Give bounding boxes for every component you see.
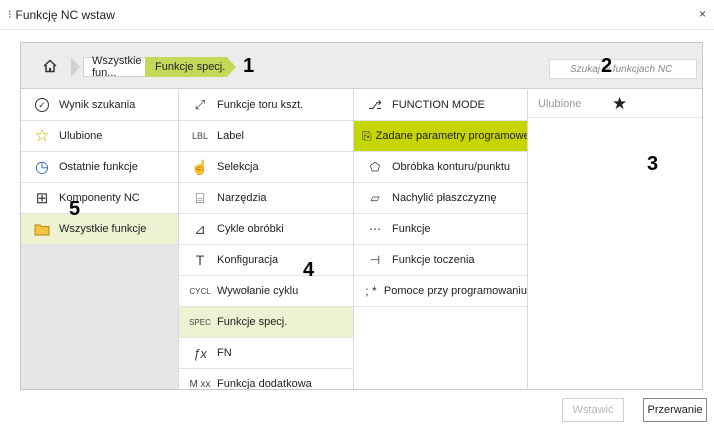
category-item-recent[interactable]: ◷ Ostatnie funkcje [21,152,178,183]
function-item-label: Obróbka konturu/punktu [392,161,511,173]
path-icon: ⤢ [194,97,206,112]
contour-icon: ⬠ [369,160,381,174]
group-item-label: Label [217,130,244,142]
function-column: ⎇ FUNCTION MODE ⎘ Zadane parametry program… [353,90,527,389]
fn-icon: ƒx [193,345,207,361]
group-item-cycle-call[interactable]: CYCL Wywołanie cyklu [179,276,353,307]
grip-icon[interactable]: ⁝ [8,8,12,21]
m-function-icon: M xx [189,378,211,390]
cycles-icon: ⊿ [194,220,206,237]
home-icon [43,59,57,73]
window-title: Funkcję NC wstaw [15,7,115,22]
function-item-label: Funkcje toczenia [392,254,475,266]
group-item-label: Funkcje toru kszt. [217,99,304,111]
folder-icon [29,223,55,236]
callout-1: 1 [243,55,255,77]
insert-button[interactable]: Wstawić [562,398,624,422]
label-icon: LBL [191,131,208,141]
category-item-label: Wynik szukania [59,99,136,111]
category-item-label: Ulubione [59,130,103,142]
cycle-call-icon: CYCL [189,286,211,296]
function-item-label: Zadane parametry programowe [375,130,527,142]
group-item-selection[interactable]: ☝ Selekcja [179,152,353,183]
search-input[interactable]: Szukaj w funkcjach NC [549,59,697,79]
group-item-label: Wywołanie cyklu [217,285,299,297]
group-item-label: Cykle obróbki [217,223,284,235]
category-item-label: Wszystkie funkcje [59,223,147,235]
tilt-plane-icon: ▱ [370,191,380,205]
group-item-path-functions[interactable]: ⤢ Funkcje toru kszt. [179,90,353,121]
group-item-label: Konfiguracja [217,254,279,266]
category-item-search-results[interactable]: ✓ Wynik szukania [21,90,178,121]
callout-3: 3 [647,153,659,175]
callout-5: 5 [69,198,81,220]
breadcrumb-separator [227,57,236,77]
function-item-turning[interactable]: ⊣ Funkcje toczenia [354,245,527,276]
group-item-label: Narzędzia [217,192,267,204]
callout-4: 4 [303,259,315,281]
category-item-nc-components[interactable]: ⊞ Komponenty NC [21,183,178,214]
cancel-button[interactable]: Przerwanie [643,398,707,422]
title-bar: ⁝ Funkcję NC wstaw × [0,0,714,30]
home-button[interactable] [33,54,67,78]
function-item-programming-aids[interactable]: ; * Pomoce przy programowaniu [354,276,527,307]
category-item-label: Ostatnie funkcje [59,161,138,173]
category-column: ✓ Wynik szukania ☆ Ulubione ◷ Ostatnie f… [21,90,178,389]
group-item-label: Funkcje specj. [217,316,288,328]
function-item-label: FUNCTION MODE [392,99,485,111]
function-mode-icon: ⎇ [368,98,382,112]
group-item-label: Funkcja dodatkowa [217,378,312,389]
favorites-header: Ulubione ★ [528,90,702,118]
group-item-misc-function[interactable]: M xx Funkcja dodatkowa [179,369,353,389]
function-item-functions[interactable]: ⋯ Funkcje [354,214,527,245]
function-item-tilt-plane[interactable]: ▱ Nachylić płaszczyznę [354,183,527,214]
function-group-column: ⤢ Funkcje toru kszt. LBL Label ☝ Selekcja ⌸… [178,90,353,389]
nc-function-panel: Wszystkie fun... Funkcje specj. Szukaj w… [20,42,703,390]
group-item-label: Selekcja [217,161,259,173]
favorites-header-label: Ulubione [538,97,582,110]
components-icon: ⊞ [35,190,49,207]
group-item-label[interactable]: LBL Label [179,121,353,152]
callout-2: 2 [601,55,613,77]
check-circle-icon: ✓ [35,98,49,112]
group-item-fn[interactable]: ƒx FN [179,338,353,369]
function-item-contour-point[interactable]: ⬠ Obróbka konturu/punktu [354,152,527,183]
category-item-all-functions[interactable]: Wszystkie funkcje [21,214,178,245]
breadcrumb-item-special-functions[interactable]: Funkcje specj. [145,57,227,77]
favorites-column: Ulubione ★ [527,90,702,389]
breadcrumb-separator [71,57,80,77]
more-icon: ⋯ [369,222,381,236]
group-item-machining-cycles[interactable]: ⊿ Cykle obróbki [179,214,353,245]
group-item-tools[interactable]: ⌸ Narzędzia [179,183,353,214]
star-outline-icon: ☆ [34,126,50,145]
tools-icon: ⌸ [195,189,205,206]
close-icon[interactable]: × [699,7,706,21]
group-item-special-functions[interactable]: SPEC Funkcje specj. [179,307,353,338]
clock-icon: ◷ [35,159,49,176]
turning-icon: ⊣ [369,253,381,267]
program-defaults-icon: ⎘ [362,128,372,143]
programming-aids-icon: ; * [365,284,377,298]
function-item-program-defaults[interactable]: ⎘ Zadane parametry programowe [354,121,527,152]
star-icon[interactable]: ★ [612,94,627,114]
function-item-label: Pomoce przy programowaniu [383,285,527,297]
pointer-icon: ☝ [191,158,209,175]
group-item-configuration[interactable]: T Konfiguracja [179,245,353,276]
function-item-label: Funkcje [392,223,431,235]
function-item-label: Nachylić płaszczyznę [392,192,497,204]
breadcrumb-bar: Wszystkie fun... Funkcje specj. Szukaj w… [21,43,702,89]
function-item-function-mode[interactable]: ⎇ FUNCTION MODE [354,90,527,121]
configuration-icon: T [195,252,205,268]
category-item-favorites[interactable]: ☆ Ulubione [21,121,178,152]
spec-fct-icon: SPEC [189,317,211,327]
group-item-label: FN [217,347,232,359]
